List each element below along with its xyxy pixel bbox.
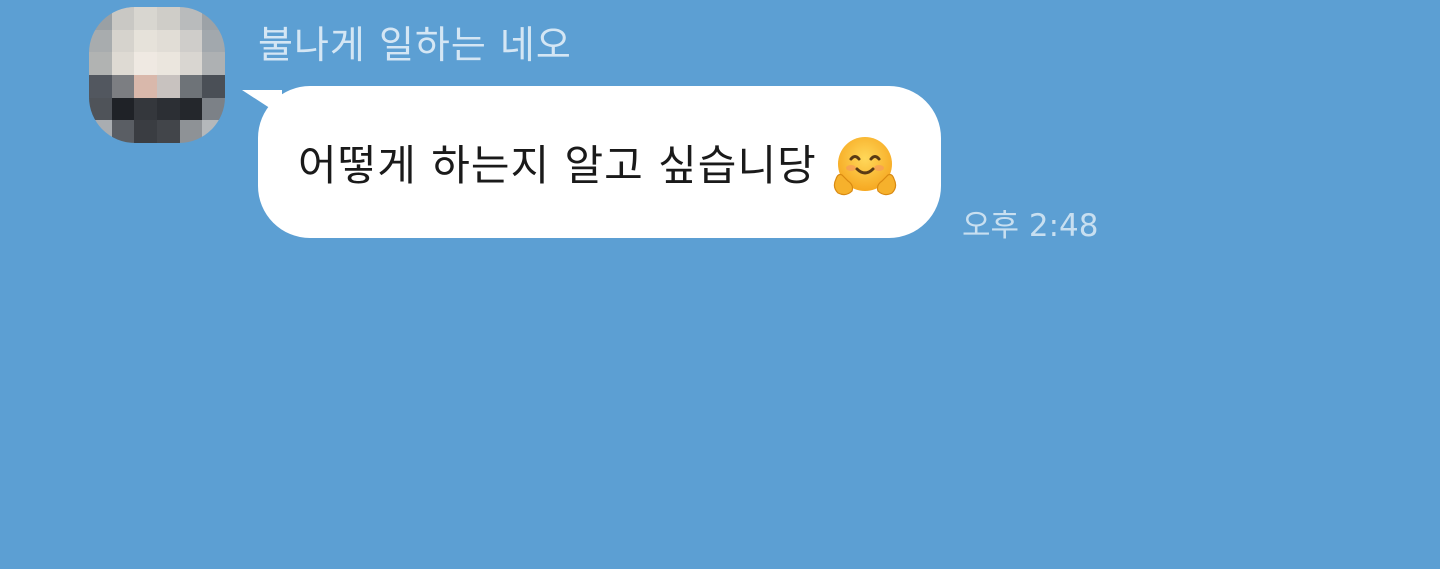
- message-timestamp: 오후 2:48: [962, 208, 1099, 244]
- sender-name: 불나게 일하는 네오: [258, 23, 572, 67]
- chat-area: 불나게 일하는 네오 어떻게 하는지 알고 싶습니당 오후 2:48: [0, 0, 1440, 569]
- message-text: 어떻게 하는지 알고 싶습니당: [298, 140, 817, 190]
- hugging-face-emoji-icon: [833, 137, 897, 196]
- sender-avatar[interactable]: [89, 7, 225, 143]
